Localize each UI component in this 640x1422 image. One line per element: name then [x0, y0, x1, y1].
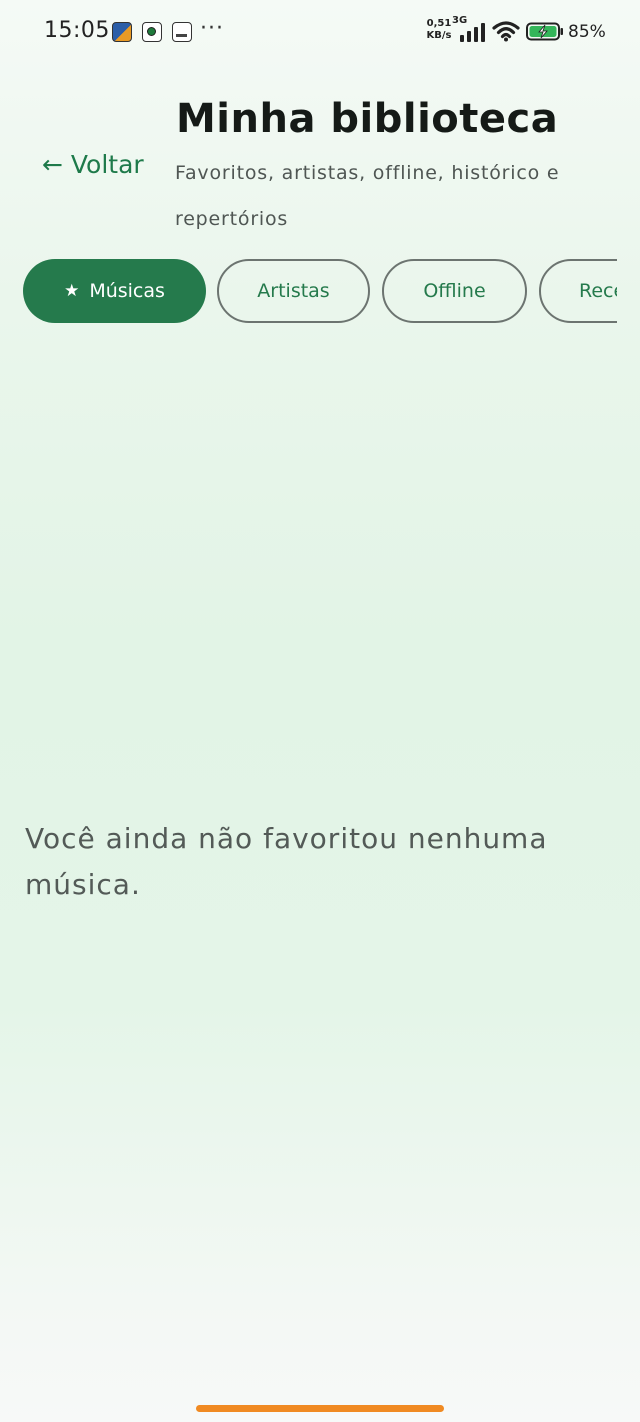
battery-charging-icon [526, 22, 563, 41]
tab-offline[interactable]: Offline [382, 259, 527, 323]
tab-label: Artistas [257, 280, 330, 302]
signal-icon [460, 23, 485, 42]
tab-label: Músicas [89, 280, 165, 302]
wifi-icon [492, 21, 520, 42]
status-time: 15:05 [44, 18, 110, 43]
empty-state-message: Você ainda não favoritou nenhuma música. [25, 822, 548, 901]
app-notification-icon [172, 22, 192, 42]
home-indicator[interactable] [196, 1405, 444, 1412]
tab-label: Offline [423, 280, 486, 302]
star-icon: ★ [64, 281, 80, 301]
back-button[interactable]: ← Voltar [42, 150, 144, 179]
page-title: Minha biblioteca [176, 96, 559, 142]
tab-recentes[interactable]: Rece [539, 259, 617, 323]
app-notification-icon [142, 22, 162, 42]
network-speed: 0,51 KB/s [426, 18, 452, 41]
tab-artistas[interactable]: Artistas [217, 259, 370, 323]
tab-label: Rece [579, 280, 617, 302]
more-notifications-icon: ··· [200, 16, 224, 41]
battery-percentage: 85% [568, 22, 606, 42]
status-bar: 15:05 ··· 0,51 KB/s 3G 85% [0, 0, 640, 64]
page-subtitle: Favoritos, artistas, offline, histórico … [175, 162, 560, 230]
tab-musicas[interactable]: ★ Músicas [23, 259, 206, 323]
library-tabs: ★ Músicas Artistas Offline Rece [23, 259, 617, 325]
app-notification-icon [112, 22, 132, 42]
